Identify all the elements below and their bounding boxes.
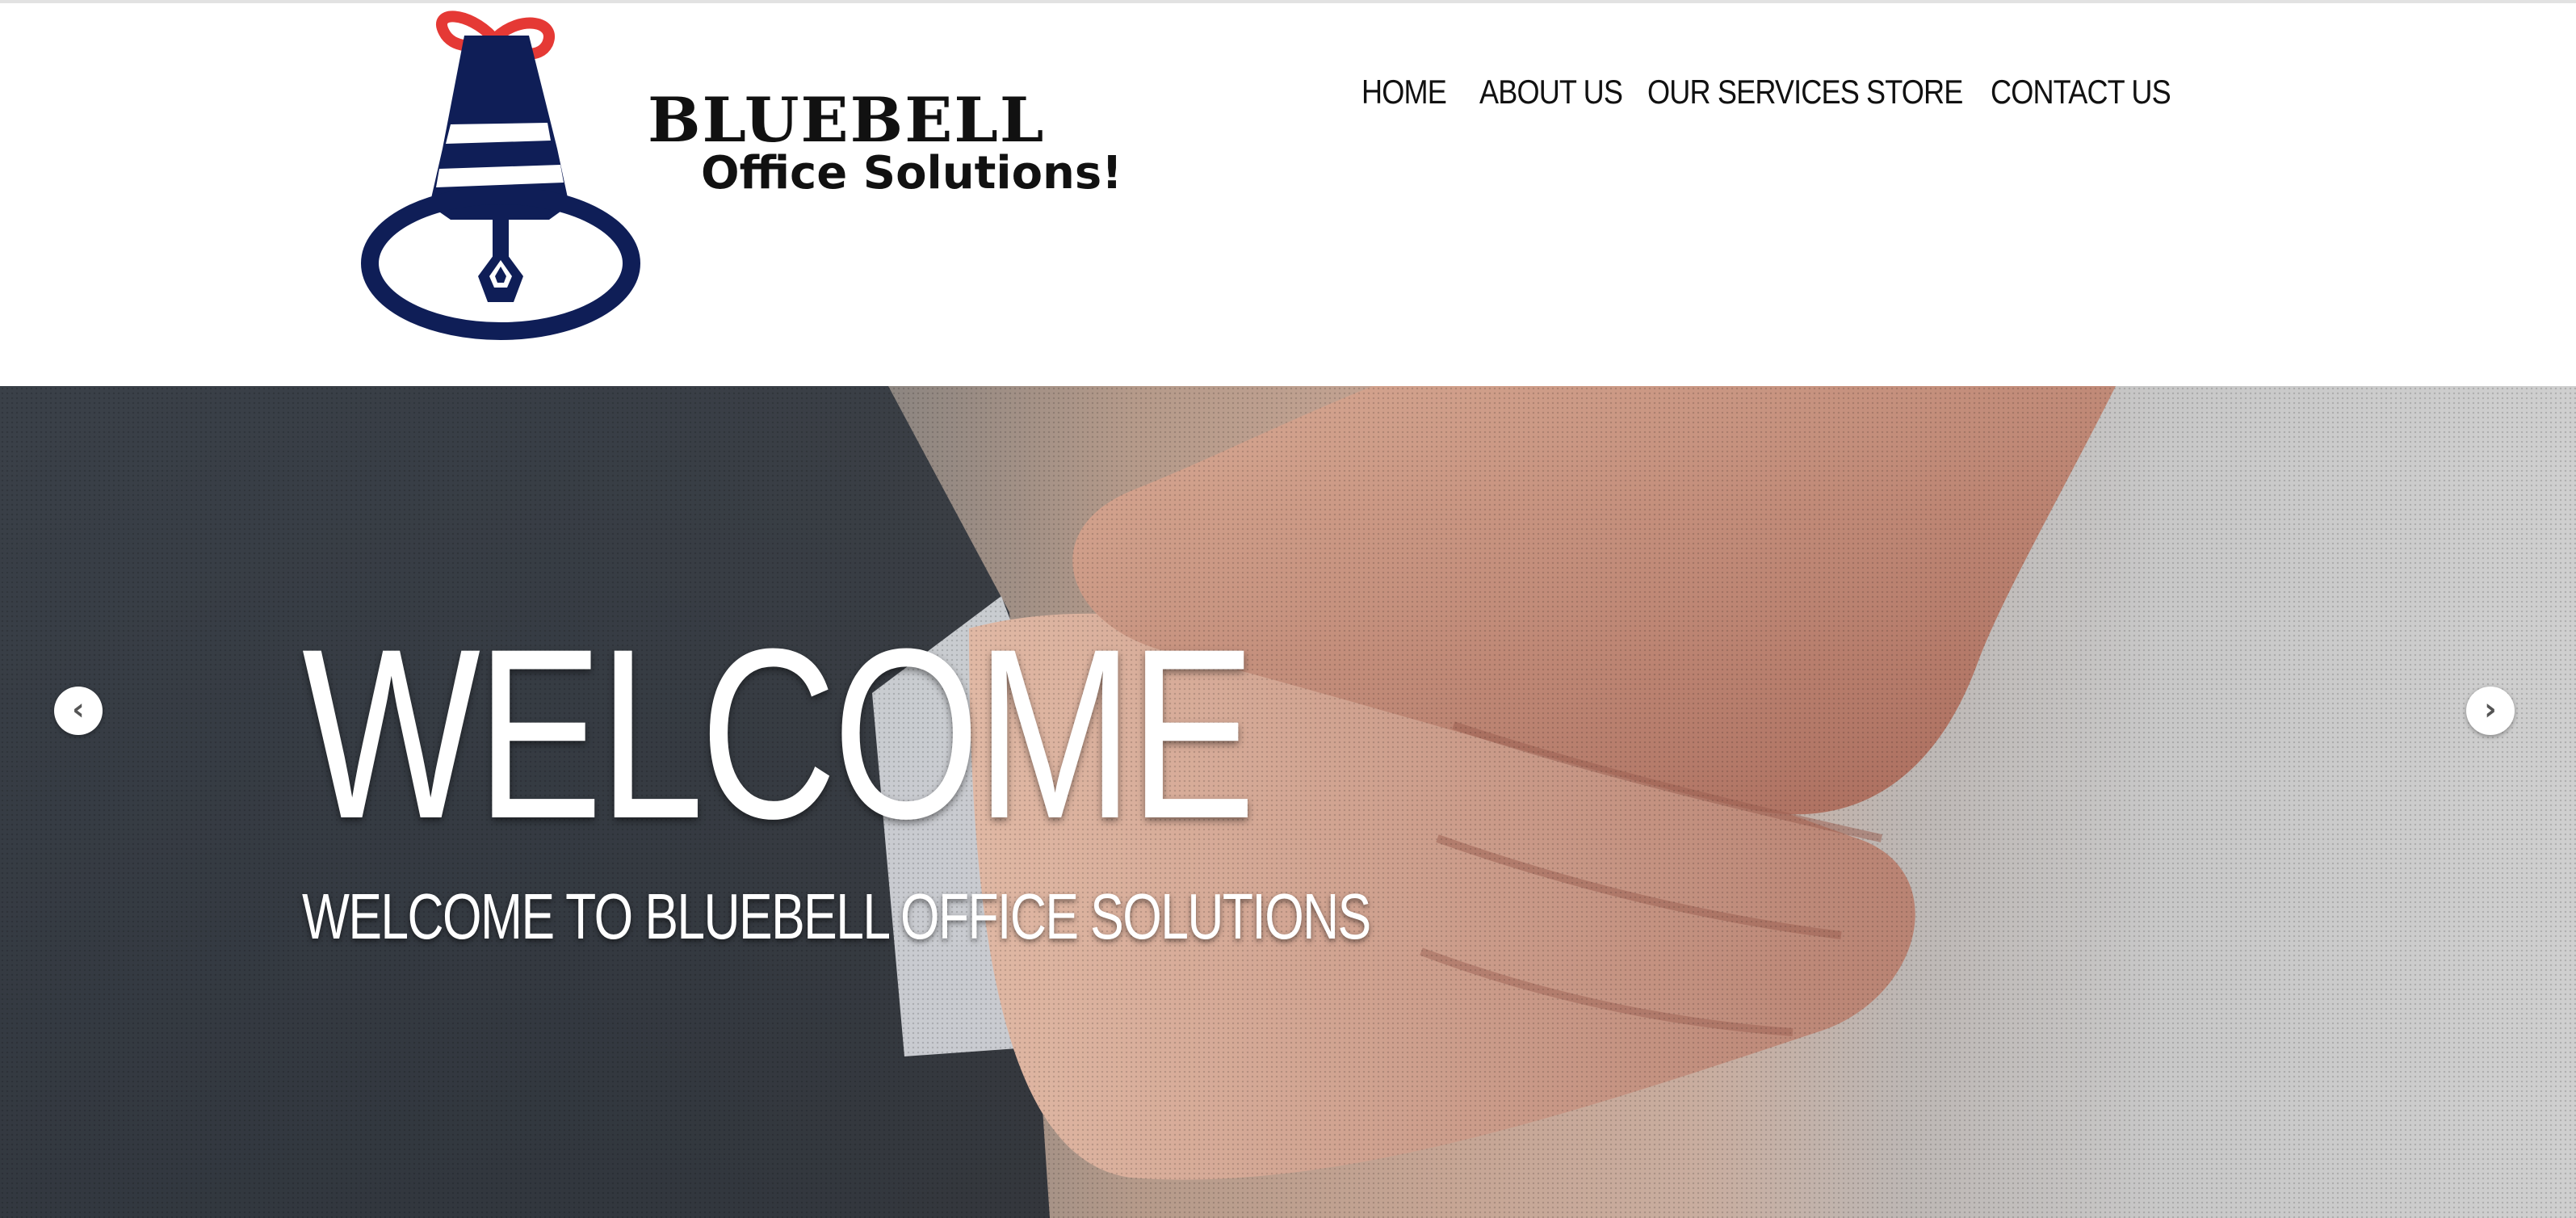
main-nav: HOME ABOUT US OUR SERVICES STORE CONTACT… [1361, 73, 2171, 111]
slider-prev-button[interactable]: ‹ [54, 687, 103, 735]
chevron-right-icon: › [2484, 691, 2497, 727]
site-header: BLUEBELL Office Solutions! HOME ABOUT US… [0, 3, 2576, 386]
bell-icon [361, 10, 640, 340]
hero-title: WELCOME [302, 598, 1256, 869]
site-logo[interactable]: BLUEBELL Office Solutions! [355, 3, 1122, 359]
logo-tagline: Office Solutions! [701, 147, 1122, 200]
nav-item-contact-us[interactable]: CONTACT US [1991, 73, 2171, 111]
slider-next-button[interactable]: › [2466, 687, 2515, 735]
nav-item-our-services[interactable]: OUR SERVICES [1647, 73, 1860, 111]
nav-item-about-us[interactable]: ABOUT US [1479, 73, 1624, 111]
nav-item-home[interactable]: HOME [1361, 73, 1463, 111]
hero-slider: WELCOME WELCOME TO BLUEBELL OFFICE SOLUT… [0, 386, 2576, 1218]
nav-item-store[interactable]: STORE [1866, 73, 1973, 111]
logo-title: BLUEBELL [648, 84, 1046, 156]
chevron-left-icon: ‹ [72, 691, 85, 727]
hero-subtitle: WELCOME TO BLUEBELL OFFICE SOLUTIONS [302, 880, 1371, 952]
